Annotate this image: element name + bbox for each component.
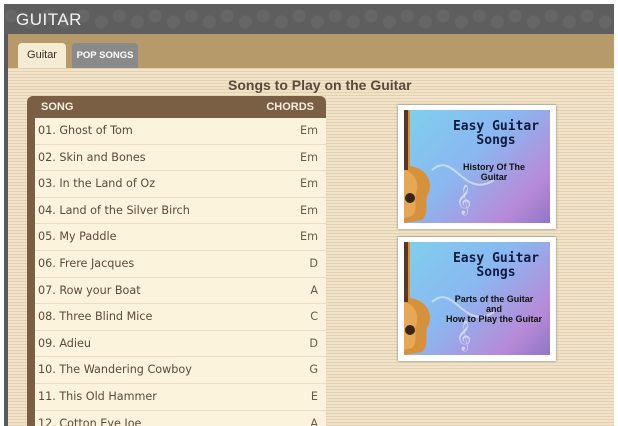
song-chord: C [310, 310, 318, 324]
song-title: 09. Adieu [38, 336, 91, 350]
song-chord: A [310, 416, 318, 426]
book-cover-parts[interactable]: 𝄞 Easy Guitar Songs Parts of the Guitar … [398, 237, 556, 361]
song-row[interactable]: 12. Cotton Eye Joe A [35, 410, 326, 426]
song-row[interactable]: 08. Three Blind Mice C [35, 304, 326, 331]
column-header-song: SONG [41, 101, 74, 113]
song-title: 05. My Paddle [38, 230, 117, 244]
column-header-chords: CHORDS [266, 101, 314, 113]
song-row[interactable]: 11. This Old Hammer E [35, 383, 326, 411]
song-row[interactable]: 07. Row your Boat A [35, 277, 326, 305]
cover-artwork: 𝄞 Easy Guitar Songs Parts of the Guitar … [404, 242, 550, 355]
song-title: 07. Row your Boat [38, 283, 141, 297]
cover-title-line1: Easy Guitar [452, 119, 540, 134]
cover-subtitle-line3: How to Play the Guitar [445, 314, 542, 324]
cover-subtitle-line2: and [485, 304, 502, 314]
song-chord: G [309, 363, 318, 377]
song-chord: Em [300, 177, 318, 191]
song-row[interactable]: 10. The Wandering Cowboy G [35, 357, 326, 384]
svg-text:𝄞: 𝄞 [456, 184, 471, 216]
cover-title-line2: Songs [476, 133, 516, 148]
app-window: GUITAR Guitar POP SONGS Songs to Play on… [4, 4, 614, 426]
song-title: 06. Frere Jacques [38, 256, 135, 270]
song-title: 12. Cotton Eye Joe [38, 416, 142, 426]
song-row[interactable]: 02. Skin and Bones Em [35, 144, 326, 172]
song-row[interactable]: 09. Adieu D [35, 330, 326, 358]
song-title: 08. Three Blind Mice [38, 310, 153, 324]
song-chord: D [309, 336, 318, 350]
cover-subtitle-line2: Guitar [480, 172, 508, 182]
song-row[interactable]: 05. My Paddle Em [35, 224, 326, 251]
cover-title-line2: Songs [476, 265, 516, 280]
song-row[interactable]: 06. Frere Jacques D [35, 250, 326, 278]
main-content: Songs to Play on the Guitar SONG CHORDS … [8, 68, 614, 426]
cover-artwork: 𝄞 Easy Guitar Songs History Of The Guita… [404, 110, 550, 223]
app-title: GUITAR [16, 10, 82, 29]
cover-subtitle-line1: History Of The [462, 162, 525, 172]
song-chord: D [309, 256, 318, 270]
song-chord: A [310, 283, 318, 297]
song-chord: Em [300, 150, 318, 164]
song-list-panel: SONG CHORDS 01. Ghost of Tom Em 02. Skin … [27, 96, 326, 426]
song-title: 03. In the Land of Oz [38, 177, 156, 191]
song-row[interactable]: 03. In the Land of Oz Em [35, 171, 326, 198]
song-chord: Em [300, 203, 318, 217]
song-chord: Em [300, 230, 318, 244]
song-title: 10. The Wandering Cowboy [38, 363, 192, 377]
song-chord: E [310, 389, 318, 403]
song-row[interactable]: 04. Land of the Silver Birch Em [35, 197, 326, 225]
book-cover-history[interactable]: 𝄞 Easy Guitar Songs History Of The Guita… [398, 105, 556, 229]
song-chord: Em [300, 124, 318, 137]
cover-subtitle-line1: Parts of the Guitar [454, 294, 534, 304]
song-list-header: SONG CHORDS [27, 96, 326, 118]
song-row[interactable]: 01. Ghost of Tom Em [35, 118, 326, 145]
tab-bar: Guitar POP SONGS [8, 34, 614, 68]
song-title: 01. Ghost of Tom [38, 124, 133, 137]
song-title: 04. Land of the Silver Birch [38, 203, 190, 217]
song-title: 02. Skin and Bones [38, 150, 146, 164]
title-bar: GUITAR [4, 4, 614, 34]
section-title: Songs to Play on the Guitar [228, 77, 412, 93]
tab-pop-songs[interactable]: POP SONGS [72, 43, 138, 68]
song-list: 01. Ghost of Tom Em 02. Skin and Bones Em … [35, 118, 326, 426]
song-title: 11. This Old Hammer [38, 389, 157, 403]
svg-text:𝄞: 𝄞 [456, 320, 471, 352]
cover-title-line1: Easy Guitar [452, 251, 540, 266]
tab-guitar[interactable]: Guitar [18, 43, 66, 68]
